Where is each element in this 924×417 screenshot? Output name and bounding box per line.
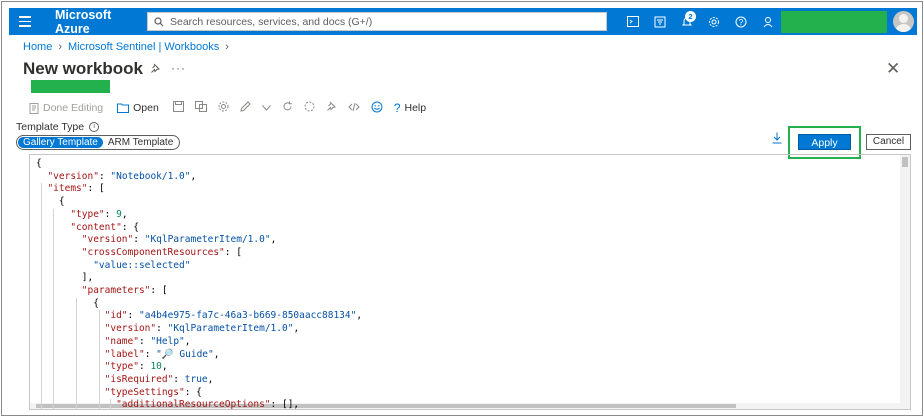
settings-gear-icon[interactable] [700, 8, 727, 35]
arm-template-option[interactable]: ARM Template [103, 137, 178, 148]
question-mark-icon: ? [393, 101, 401, 115]
workbook-toolbar: Done Editing Open ? Help [29, 100, 440, 116]
top-bar: Microsoft Azure Search resources, servic… [9, 8, 917, 36]
close-icon[interactable]: ✕ [886, 59, 900, 79]
search-placeholder: Search resources, services, and docs (G+… [170, 15, 373, 28]
code-line: "parameters": [ [81, 285, 168, 296]
code-line: "type": 9, [70, 208, 128, 220]
open-label: Open [133, 102, 159, 114]
help-label: Help [404, 102, 427, 114]
indent-guide [75, 297, 77, 409]
code-line: "version": "KqlParameterItem/1.0", [81, 234, 277, 246]
pin-icon[interactable] [150, 63, 161, 77]
json-editor[interactable]: { "version": "Notebook/1.0", "items": [ … [29, 154, 911, 410]
breadcrumb: Home › Microsoft Sentinel | Workbooks › [23, 41, 229, 53]
code-line: "id": "a4b4e975-fa7c-46a3-b669-850aacc88… [104, 310, 363, 322]
code-line: "content": { [70, 221, 139, 233]
cloud-shell-icon[interactable] [619, 8, 646, 35]
code-line: "items": [ [47, 183, 105, 195]
svg-text:?: ? [738, 18, 743, 27]
download-icon[interactable] [772, 132, 782, 147]
indent-guide [41, 183, 43, 409]
pin-toolbar-icon[interactable] [326, 101, 337, 115]
brand-label[interactable]: Microsoft Azure [55, 8, 135, 36]
indent-guide [52, 208, 54, 409]
indent-guide [110, 399, 112, 409]
redacted-account-block [781, 11, 887, 33]
template-type-toggle: Gallery Template ARM Template [16, 135, 181, 150]
indent-guide [98, 310, 100, 409]
avatar[interactable] [893, 11, 914, 32]
help-button[interactable]: ? Help [394, 101, 426, 115]
smiley-feedback-icon[interactable] [371, 101, 383, 116]
auto-refresh-icon[interactable] [304, 101, 315, 115]
page-title: New workbook [23, 59, 143, 78]
edit-pencil-icon[interactable] [240, 101, 251, 115]
vertical-scrollbar[interactable] [900, 155, 910, 409]
menu-icon[interactable] [9, 8, 41, 35]
code-line: "version": "Notebook/1.0", [47, 170, 197, 182]
search-input[interactable]: Search resources, services, and docs (G+… [147, 12, 607, 31]
info-icon[interactable]: i [89, 122, 100, 132]
topbar-icons: 2 ? [619, 8, 781, 35]
cancel-button[interactable]: Cancel [866, 134, 911, 150]
code-icon[interactable] [348, 102, 360, 115]
code-line: "isRequired": true, [104, 373, 214, 385]
template-type-text: Template Type [16, 121, 85, 133]
chevron-right-icon: › [225, 41, 229, 53]
code-line: { [36, 158, 42, 169]
document-icon [29, 102, 39, 114]
save-icon[interactable] [172, 101, 184, 115]
breadcrumb-workbooks[interactable]: Microsoft Sentinel | Workbooks [68, 41, 219, 53]
gallery-template-option[interactable]: Gallery Template [18, 137, 103, 148]
code-line: "name": "Help", [104, 335, 191, 347]
more-options-icon[interactable]: ··· [171, 61, 186, 75]
feedback-icon[interactable] [754, 8, 781, 35]
done-editing-label: Done Editing [43, 102, 104, 114]
settings-icon[interactable] [218, 101, 229, 115]
code-line: { [36, 196, 65, 208]
open-button[interactable]: Open [117, 102, 159, 114]
folder-icon [117, 103, 130, 113]
notifications-icon[interactable]: 2 [673, 8, 700, 35]
redacted-subtitle-block [31, 80, 110, 93]
breadcrumb-home[interactable]: Home [23, 41, 52, 53]
search-icon [154, 16, 164, 26]
notification-badge: 2 [685, 11, 696, 22]
save-as-icon[interactable] [194, 101, 207, 115]
directory-filter-icon[interactable] [646, 8, 673, 35]
refresh-icon[interactable] [282, 101, 293, 115]
code-line: "label": "🔎 Guide", [104, 348, 220, 360]
code-line: "value::selected" [93, 259, 191, 271]
chevron-right-icon: › [58, 41, 63, 53]
done-editing-button[interactable]: Done Editing [29, 102, 103, 114]
code-line: { [36, 297, 99, 309]
code-line: ], [36, 272, 94, 284]
apply-button[interactable]: Apply [798, 134, 851, 150]
code-line: "crossComponentResources": [ [81, 246, 242, 258]
help-icon[interactable]: ? [727, 8, 754, 35]
window-frame: Microsoft Azure Search resources, servic… [1, 1, 923, 416]
code-line: "typeSettings": { [104, 386, 202, 398]
code-line: "type": 10, [104, 361, 168, 373]
template-type-label: Template Type i [16, 121, 100, 133]
chevron-down-icon[interactable] [261, 102, 271, 114]
